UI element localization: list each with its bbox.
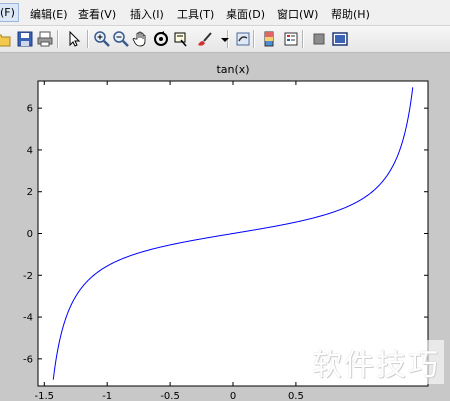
data-cursor-icon[interactable]	[172, 30, 190, 48]
y-tick-label: 6	[27, 104, 33, 115]
rotate-3d-icon[interactable]	[152, 30, 170, 48]
menu-item-1[interactable]: 编辑(E)	[30, 6, 68, 22]
brush-icon[interactable]	[195, 30, 213, 48]
y-tick-label: -2	[23, 271, 33, 282]
zoom-out-icon[interactable]	[112, 30, 130, 48]
open-file-icon[interactable]	[0, 30, 12, 48]
y-tick-label: 4	[27, 145, 33, 156]
y-tick-label: -4	[23, 313, 33, 324]
legend-icon[interactable]	[282, 30, 300, 48]
toolbar-separator	[253, 30, 255, 48]
figure-area: tan(x) -1.5 -1 -0.5 0 0.5 6 4 2 0 -2 -4 -6 软件技巧	[0, 53, 450, 401]
y-tick-label: 0	[27, 229, 33, 240]
toolbar-separator	[87, 30, 89, 48]
menu-item-3[interactable]: 插入(I)	[130, 6, 164, 22]
pointer-icon[interactable]	[65, 30, 83, 48]
menu-item-5[interactable]: 桌面(D)	[226, 6, 265, 22]
menu-item-2[interactable]: 查看(V)	[78, 6, 116, 22]
x-tick-label: -1.5	[35, 391, 55, 401]
x-tick-label: 0.5	[288, 391, 304, 401]
menu-item-6[interactable]: 窗口(W)	[277, 6, 318, 22]
chart-title: tan(x)	[216, 63, 249, 76]
menu-item-4[interactable]: 工具(T)	[177, 6, 214, 22]
colorbar-icon[interactable]	[260, 30, 278, 48]
zoom-in-icon[interactable]	[93, 30, 111, 48]
y-tick-label: -6	[23, 354, 33, 365]
toolbar-separator	[57, 30, 59, 48]
brush-dropdown-icon[interactable]	[216, 30, 229, 48]
menu-item-0[interactable]: (F)	[0, 3, 19, 22]
pan-hand-icon[interactable]	[132, 30, 150, 48]
link-plot-icon[interactable]	[234, 30, 252, 48]
hide-plot-tools-icon[interactable]	[310, 30, 328, 48]
x-tick-label: -0.5	[160, 391, 180, 401]
save-icon[interactable]	[16, 30, 34, 48]
toolbar-separator	[302, 30, 304, 48]
show-plot-tools-icon[interactable]	[331, 30, 349, 48]
figure-toolbar	[0, 26, 450, 53]
menu-bar: (F) 编辑(E) 查看(V) 插入(I) 工具(T) 桌面(D) 窗口(W) 帮助(H)	[0, 0, 450, 26]
y-tick-label: 2	[27, 187, 33, 198]
x-tick-label: 0	[230, 391, 236, 401]
print-icon[interactable]	[36, 30, 54, 48]
x-tick-label: -1	[102, 391, 112, 401]
menu-item-7[interactable]: 帮助(H)	[331, 6, 370, 22]
watermark: 软件技巧	[308, 340, 444, 384]
